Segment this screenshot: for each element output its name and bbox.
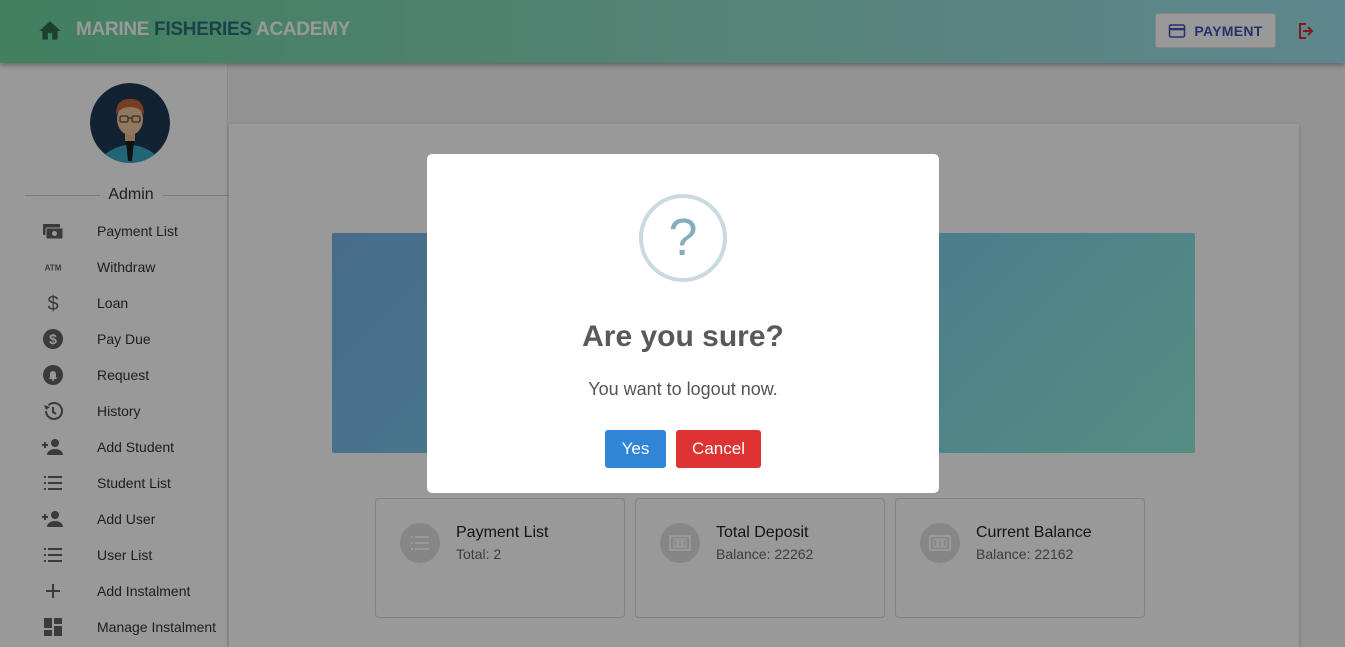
confirm-button[interactable]: Yes — [605, 430, 666, 468]
dialog-actions: Yes Cancel — [427, 430, 939, 468]
dialog-message: You want to logout now. — [588, 379, 778, 399]
cancel-button[interactable]: Cancel — [676, 430, 761, 468]
dialog-title: Are you sure? — [582, 320, 784, 353]
logout-confirm-dialog: ? Are you sure? You want to logout now. … — [427, 154, 939, 493]
question-icon: ? — [639, 194, 727, 282]
